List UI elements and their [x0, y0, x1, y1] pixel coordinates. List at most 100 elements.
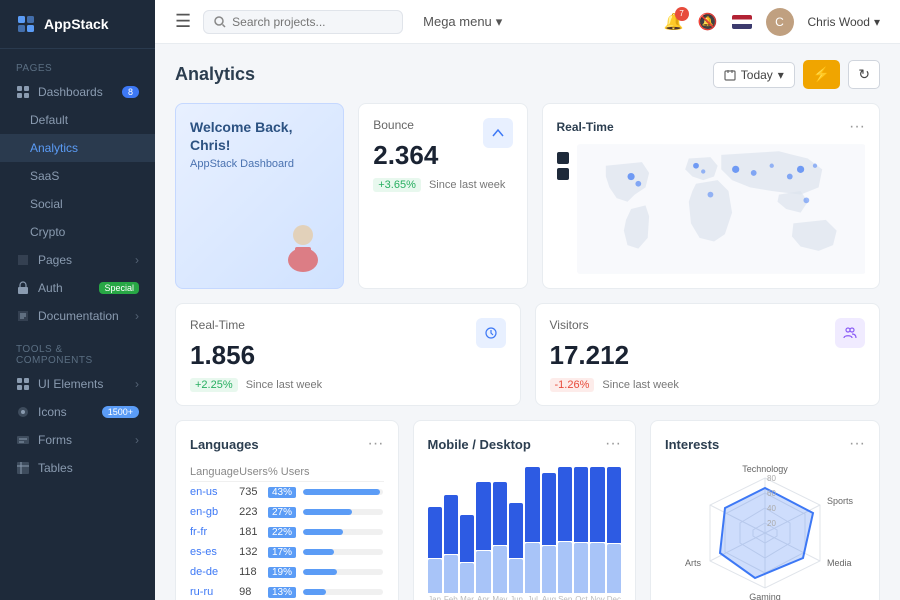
bar-light: [509, 559, 523, 593]
sidebar-item-tables[interactable]: Tables: [0, 454, 155, 482]
sidebar-item-icons[interactable]: Icons 1500+: [0, 398, 155, 426]
sidebar-item-dashboards[interactable]: Dashboards 8: [0, 78, 155, 106]
bar-dark: [607, 467, 621, 543]
bar-light: [444, 555, 458, 593]
bounce-card: Bounce 2.364 +3.65% Since last week: [358, 103, 527, 289]
today-button[interactable]: Today ▾: [713, 62, 795, 88]
interests-card: Interests ···: [650, 420, 880, 600]
bar-dark: [444, 495, 458, 554]
user-label[interactable]: Chris Wood ▾: [808, 15, 881, 29]
sidebar-item-analytics[interactable]: Analytics: [0, 134, 155, 162]
search-box[interactable]: [203, 10, 403, 34]
bar-dark: [542, 473, 556, 545]
lang-pct-bar: 22%: [268, 522, 384, 542]
bar-label: Sep: [558, 595, 572, 600]
bar-dark: [590, 467, 604, 542]
realtime-card: Real-Time 1.856 +2.25% Since last week: [175, 303, 521, 406]
bounce-change: +3.65% Since last week: [373, 179, 512, 191]
toolbar: Today ▾ ⚡ ↻: [713, 60, 880, 89]
refresh-button[interactable]: ↻: [848, 60, 880, 89]
sidebar-item-tables-label: Tables: [38, 461, 73, 475]
languages-more-icon[interactable]: ···: [368, 435, 384, 453]
notifications-icon[interactable]: 🔔 7: [664, 12, 684, 32]
sidebar-item-saas-label: SaaS: [30, 169, 59, 183]
bar-dark: [558, 467, 572, 541]
page-title: Analytics: [175, 64, 713, 85]
bar-dark: [428, 507, 442, 558]
lang-table-row: en-us 735 43%: [190, 482, 384, 503]
bar-dark: [476, 482, 490, 550]
interests-header: Interests ···: [665, 435, 865, 453]
svg-text:Gaming: Gaming: [749, 592, 781, 600]
sidebar-item-ui-elements[interactable]: UI Elements ›: [0, 370, 155, 398]
header-right: 🔔 7 🔕 C Chris Wood ▾: [664, 8, 880, 36]
filter-button[interactable]: ⚡: [803, 60, 840, 89]
bar-label: May: [492, 595, 507, 600]
map-legend-2: [557, 168, 569, 180]
avatar: C: [766, 8, 794, 36]
bar-light: [460, 563, 474, 593]
visitors-change-pct: -1.26%: [550, 378, 595, 392]
hamburger-icon[interactable]: ☰: [175, 11, 191, 32]
bar-dark: [460, 515, 474, 562]
bar-group: [509, 467, 523, 593]
svg-text:Technology: Technology: [742, 464, 788, 474]
lang-users: 735: [239, 482, 268, 503]
lang-col-language: Language: [190, 463, 239, 482]
visitors-change: -1.26% Since last week: [550, 379, 866, 391]
dashboards-badge: 8: [122, 86, 139, 98]
languages-header: Languages ···: [190, 435, 384, 453]
sidebar: AppStack Pages Dashboards 8 Default Anal…: [0, 0, 155, 600]
world-map: [577, 144, 866, 274]
sidebar-item-auth[interactable]: Auth Special: [0, 274, 155, 302]
mobile-desktop-title: Mobile / Desktop: [428, 437, 531, 452]
settings-icon[interactable]: 🔕: [698, 12, 718, 32]
realtime-change-pct: +2.25%: [190, 378, 238, 392]
main-content: ☰ Mega menu ▾ 🔔 7 🔕 C Chris Wood ▾ Analy…: [155, 0, 900, 600]
bar-chart-labels: JanFebMarAprMayJunJulAugSepOctNovDec: [428, 595, 622, 600]
bar-group: [574, 467, 588, 593]
notifications-badge: 7: [675, 7, 689, 21]
user-chevron-icon: ▾: [874, 15, 880, 29]
mega-menu[interactable]: Mega menu ▾: [423, 14, 502, 30]
interests-title: Interests: [665, 437, 719, 452]
sidebar-item-documentation[interactable]: Documentation ›: [0, 302, 155, 330]
bar-label: Dec: [607, 595, 621, 600]
sidebar-item-pages[interactable]: Pages ›: [0, 246, 155, 274]
app-logo: AppStack: [0, 0, 155, 49]
realtime-change-label: Since last week: [246, 379, 322, 391]
visitors-value: 17.212: [550, 340, 866, 371]
interests-more-icon[interactable]: ···: [849, 435, 865, 453]
sidebar-item-social[interactable]: Social: [0, 190, 155, 218]
forms-chevron-icon: ›: [135, 433, 139, 447]
lang-users: 98: [239, 582, 268, 600]
bar-group: [542, 467, 556, 593]
lang-pct-bar: 17%: [268, 542, 384, 562]
sidebar-item-dashboards-label: Dashboards: [38, 85, 103, 99]
bar-dark: [493, 482, 507, 545]
sidebar-item-crypto[interactable]: Crypto: [0, 218, 155, 246]
welcome-card: Welcome Back, Chris! AppStack Dashboard: [175, 103, 344, 289]
bar-dark: [574, 467, 588, 542]
content-header: Analytics Today ▾ ⚡ ↻: [175, 60, 880, 89]
docs-chevron-icon: ›: [135, 309, 139, 323]
sidebar-item-saas[interactable]: SaaS: [0, 162, 155, 190]
visitors-icon: [835, 318, 865, 348]
sidebar-item-ui-label: UI Elements: [38, 377, 103, 391]
app-name: AppStack: [44, 16, 109, 32]
search-input[interactable]: [232, 15, 372, 29]
bar-light: [476, 551, 490, 593]
sidebar-item-forms[interactable]: Forms ›: [0, 426, 155, 454]
header: ☰ Mega menu ▾ 🔔 7 🔕 C Chris Wood ▾: [155, 0, 900, 44]
pages-section-label: Pages: [0, 49, 155, 78]
sidebar-item-default[interactable]: Default: [0, 106, 155, 134]
sidebar-item-crypto-label: Crypto: [30, 225, 65, 239]
lang-name: de-de: [190, 562, 239, 582]
mobile-desktop-more-icon[interactable]: ···: [605, 435, 621, 453]
bar-label: Mar: [460, 595, 474, 600]
svg-text:60: 60: [767, 489, 776, 498]
map-more-icon[interactable]: ···: [849, 118, 865, 136]
flag-icon[interactable]: [732, 15, 752, 29]
realtime-value: 1.856: [190, 340, 506, 371]
map-card-header: Real-Time ···: [557, 118, 866, 136]
